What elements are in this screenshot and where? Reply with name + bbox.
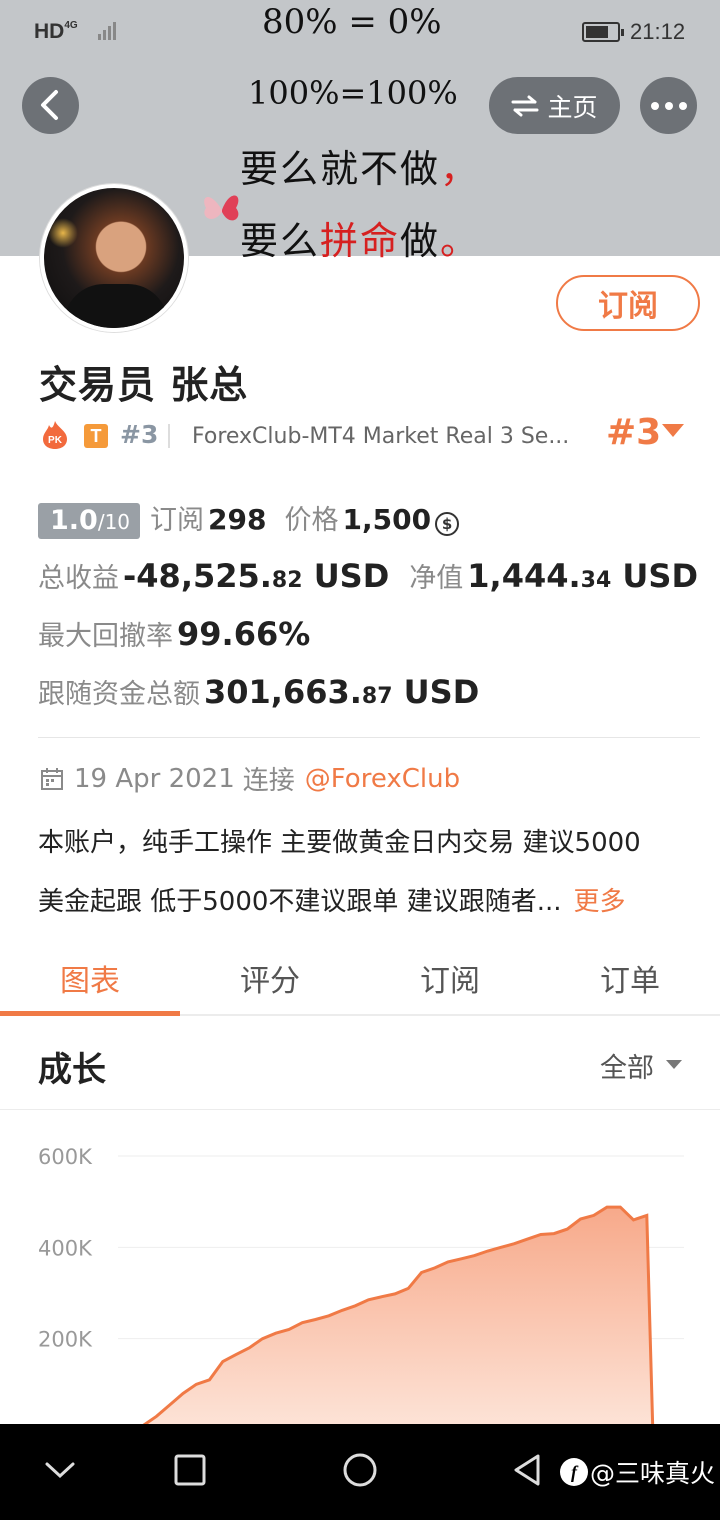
divider <box>168 424 170 448</box>
coin-icon: $ <box>435 512 460 536</box>
rank-selector[interactable]: #3 <box>606 412 661 453</box>
range-selector[interactable]: 全部 <box>600 1046 654 1085</box>
follow-funds-row: 跟随资金总额 301,663.87 USD <box>38 672 479 711</box>
server-name: ForexClub-MT4 Market Real 3 Se... <box>192 424 570 449</box>
watermark: f @三味真火 <box>560 1454 715 1490</box>
home-button-label: 主页 <box>547 92 598 122</box>
equity-label: 净值 <box>409 563 464 594</box>
drawdown-label: 最大回撤率 <box>38 621 173 652</box>
caret-down-icon[interactable] <box>666 1060 682 1069</box>
watermark-logo: f <box>560 1458 588 1486</box>
subscribe-button[interactable]: 订阅 <box>556 275 700 331</box>
description-line-1: 本账户，纯手工操作 主要做黄金日内交易 建议5000 <box>38 828 641 858</box>
banner-motto-line1: 80% = 0% <box>262 2 442 42</box>
banner-motto-line4: 要么拼命做。 <box>240 219 481 263</box>
back-triangle-icon[interactable] <box>510 1450 544 1490</box>
connection-label: 连接 <box>242 766 295 796</box>
drawdown-value: 99.66% <box>177 615 311 653</box>
growth-title: 成长 <box>38 1050 106 1090</box>
calendar-icon <box>41 767 63 790</box>
tier-badge: T <box>84 424 108 448</box>
status-time: 21:12 <box>630 19 686 44</box>
banner-motto-line3: 要么就不做， <box>240 147 481 191</box>
network-indicator: HD4G <box>34 20 78 43</box>
drawdown-row: 最大回撤率 99.66% <box>38 614 310 653</box>
more-dots-icon <box>651 102 659 110</box>
home-circle-icon[interactable] <box>341 1450 379 1490</box>
swap-icon <box>511 95 539 116</box>
chevron-down-icon[interactable] <box>44 1450 76 1490</box>
tab-chart[interactable]: 图表 <box>0 940 180 1016</box>
back-button[interactable] <box>22 77 79 134</box>
profile-tabs: 图表 评分 订阅 订单 <box>0 940 720 1016</box>
trader-tags: PK T #3 ForexClub-MT4 Market Real 3 Se..… <box>40 412 700 454</box>
trader-name: 交易员 张总 <box>39 363 249 407</box>
rank-small: #3 <box>120 420 159 449</box>
caret-down-icon[interactable] <box>662 424 684 437</box>
price-value: 1,500 <box>342 503 432 536</box>
more-options-button[interactable] <box>640 77 697 134</box>
description-line-2: 美金起跟 低于5000不建议跟单 建议跟随者... 更多 <box>38 887 626 917</box>
y-tick-label: 400K <box>38 1236 93 1260</box>
connection-date: 19 Apr 2021 <box>74 763 235 794</box>
recent-apps-icon[interactable] <box>173 1450 207 1490</box>
profit-row: 总收益 -48,525.82 USD 净值 1,444.34 USD <box>38 556 698 595</box>
broker-link[interactable]: @ForexClub <box>305 764 460 794</box>
price-label: 价格 <box>284 505 339 536</box>
tab-orders[interactable]: 订单 <box>540 940 720 1014</box>
trader-avatar[interactable] <box>40 184 188 332</box>
follow-funds-label: 跟随资金总额 <box>38 679 200 710</box>
y-tick-label: 200K <box>38 1328 93 1352</box>
y-tick-label: 600K <box>38 1145 93 1169</box>
pk-flame-icon[interactable]: PK <box>40 420 70 450</box>
total-profit-label: 总收益 <box>38 563 119 594</box>
banner-motto-line2: 100%=100% <box>248 74 458 112</box>
account-description: 本账户，纯手工操作 主要做黄金日内交易 建议5000 美金起跟 低于5000不建… <box>38 814 698 932</box>
more-link[interactable]: 更多 <box>574 887 626 917</box>
home-button[interactable]: 主页 <box>489 77 620 134</box>
growth-area <box>145 1207 653 1424</box>
system-nav-bar: f @三味真火 <box>0 1424 720 1520</box>
tab-subscription[interactable]: 订阅 <box>360 940 540 1014</box>
butterfly-icon <box>204 195 239 221</box>
svg-text:PK: PK <box>48 435 63 446</box>
signal-icon <box>98 20 120 40</box>
equity-value: 1,444.34 USD <box>467 557 699 595</box>
follow-funds-value: 301,663.87 USD <box>204 673 480 711</box>
subscribers-value: 298 <box>208 503 267 536</box>
score-row: 1.0/10 订阅 298 价格 1,500 $ <box>38 498 460 539</box>
growth-chart[interactable]: 600K 400K 200K <box>0 1112 720 1424</box>
growth-header: 成长 全部 <box>0 1018 720 1110</box>
trader-profile-page: HD4G 21:12 80% = 0% 100%=100% 要么就不做， 要么拼… <box>0 0 720 1520</box>
rating-badge: 1.0/10 <box>38 503 141 539</box>
battery-icon <box>582 22 624 42</box>
chevron-left-icon <box>41 90 58 120</box>
section-divider <box>38 737 700 738</box>
total-profit-value: -48,525.82 USD <box>123 557 390 595</box>
subscribers-label: 订阅 <box>150 505 205 536</box>
connection-info: 19 Apr 2021 连接 @ForexClub <box>40 760 460 797</box>
tab-rating[interactable]: 评分 <box>180 940 360 1014</box>
